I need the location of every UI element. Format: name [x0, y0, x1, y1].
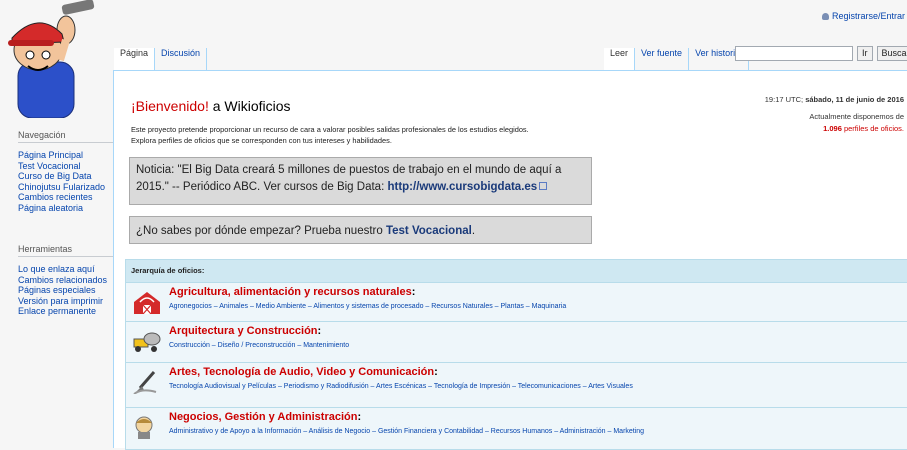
sidebar-tools: Herramientas Lo que enlaza aquí Cambios …	[18, 244, 114, 317]
prompt-box: ¿No sabes por dónde empezar? Prueba nues…	[129, 216, 592, 244]
profile-count: 1.096 perfiles de oficios.	[823, 124, 904, 133]
sidebar-item-cambios-recientes[interactable]: Cambios recientes	[18, 192, 114, 203]
go-button[interactable]: Ir	[857, 46, 873, 61]
external-link-icon	[539, 182, 547, 190]
businessman-icon	[132, 415, 162, 439]
page-title: ¡Bienvenido! a Wikioficios	[131, 98, 291, 114]
sidebar-item-lo-que-enlaza[interactable]: Lo que enlaza aquí	[18, 264, 114, 275]
tools-heading: Herramientas	[18, 244, 114, 257]
search-button[interactable]: Buscar	[877, 46, 907, 61]
user-icon	[822, 13, 829, 20]
category-artes[interactable]: Artes, Tecnología de Audio, Video y Comu…	[126, 362, 907, 407]
categories-header: Jerarquía de oficios:	[126, 260, 907, 282]
sidebar-item-enlace-permanente[interactable]: Enlace permanente	[18, 306, 114, 317]
wikioficios-logo[interactable]	[0, 0, 112, 118]
sidebar-item-version-imprimir[interactable]: Versión para imprimir	[18, 296, 114, 307]
sidebar-navigation: Navegación Página Principal Test Vocacio…	[18, 130, 114, 214]
tab-leer[interactable]: Leer	[604, 48, 635, 70]
category-agricultura[interactable]: Agricultura, alimentación y recursos nat…	[126, 282, 907, 321]
news-box: Noticia: "El Big Data creará 5 millones …	[129, 157, 592, 205]
barn-icon	[132, 290, 162, 314]
category-arquitectura[interactable]: Arquitectura y Construcción: Construcció…	[126, 321, 907, 362]
sidebar-item-pagina-principal[interactable]: Página Principal	[18, 150, 114, 161]
search-input[interactable]	[735, 46, 853, 61]
main-content: ¡Bienvenido! a Wikioficios Este proyecto…	[113, 70, 907, 448]
tab-discusion[interactable]: Discusión	[155, 48, 207, 70]
view-tabs: Leer Ver fuente Ver historial	[604, 41, 749, 70]
sidebar-item-cambios-relacionados[interactable]: Cambios relacionados	[18, 275, 114, 286]
categories-panel: Jerarquía de oficios: Agricultura, alime…	[125, 259, 907, 450]
news-link[interactable]: http://www.cursobigdata.es	[387, 181, 537, 193]
count-label: Actualmente disponemos de	[809, 112, 904, 121]
nav-heading: Navegación	[18, 130, 114, 143]
sidebar-item-paginas-especiales[interactable]: Páginas especiales	[18, 285, 114, 296]
sidebar-item-curso-big-data[interactable]: Curso de Big Data	[18, 171, 114, 182]
search-form: Ir Buscar	[735, 46, 907, 61]
namespace-tabs: Página Discusión	[114, 41, 207, 70]
date-time: 19:17 UTC; sábado, 11 de junio de 2016	[765, 95, 904, 104]
test-vocacional-link[interactable]: Test Vocacional	[386, 225, 472, 237]
login-link[interactable]: Registrarse/Entrar	[822, 11, 905, 21]
sidebar-item-test-vocacional[interactable]: Test Vocacional	[18, 161, 114, 172]
intro-text: Este proyecto pretende proporcionar un r…	[131, 124, 529, 146]
tab-ver-fuente[interactable]: Ver fuente	[635, 48, 689, 70]
category-negocios[interactable]: Negocios, Gestión y Administración: Admi…	[126, 407, 907, 450]
sidebar-item-pagina-aleatoria[interactable]: Página aleatoria	[18, 203, 114, 214]
sidebar-item-chinojutsu[interactable]: Chinojutsu Fularizado	[18, 182, 114, 193]
tab-pagina[interactable]: Página	[114, 48, 155, 70]
cement-mixer-icon	[132, 329, 162, 353]
brush-icon	[132, 370, 162, 394]
